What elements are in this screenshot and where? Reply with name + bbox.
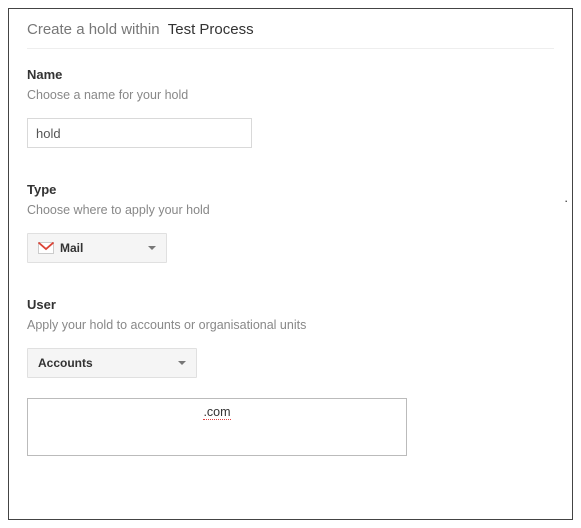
create-hold-panel: Create a hold within Test Process Name C… — [8, 8, 573, 520]
type-section: Type Choose where to apply your hold Mai… — [27, 182, 554, 263]
user-section: User Apply your hold to accounts or orga… — [27, 297, 554, 378]
type-subtitle: Choose where to apply your hold — [27, 203, 554, 217]
hold-name-input[interactable] — [27, 118, 252, 148]
user-subtitle: Apply your hold to accounts or organisat… — [27, 318, 554, 332]
type-selected-label: Mail — [60, 241, 148, 255]
name-title: Name — [27, 67, 554, 82]
header-matter-name: Test Process — [168, 21, 254, 38]
mail-icon — [38, 242, 54, 254]
accounts-input[interactable]: .com — [27, 398, 407, 456]
accounts-value: .com — [203, 405, 230, 420]
name-subtitle: Choose a name for your hold — [27, 88, 554, 102]
user-scope-selected-label: Accounts — [38, 356, 178, 370]
user-title: User — [27, 297, 554, 312]
name-section: Name Choose a name for your hold — [27, 67, 554, 148]
type-title: Type — [27, 182, 554, 197]
panel-header: Create a hold within Test Process — [27, 21, 554, 49]
chevron-down-icon — [148, 246, 156, 250]
chevron-down-icon — [178, 361, 186, 365]
user-scope-dropdown[interactable]: Accounts — [27, 348, 197, 378]
type-dropdown[interactable]: Mail — [27, 233, 167, 263]
header-prefix: Create a hold within — [27, 21, 160, 38]
